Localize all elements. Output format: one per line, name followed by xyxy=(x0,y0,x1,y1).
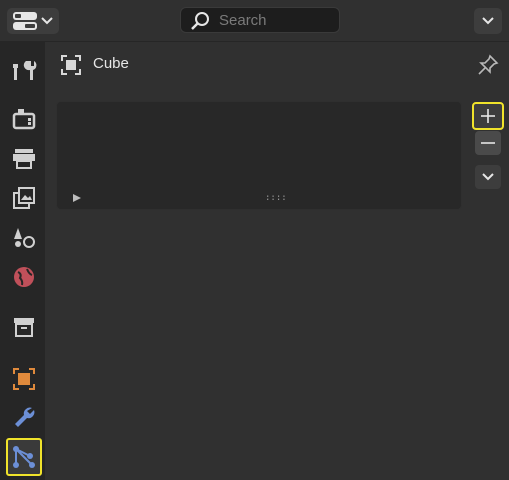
tab-collection[interactable] xyxy=(6,310,42,344)
tab-object[interactable] xyxy=(6,362,42,396)
tab-output[interactable] xyxy=(6,141,42,175)
options-dropdown[interactable] xyxy=(474,8,502,34)
properties-tab-bar xyxy=(0,42,45,480)
search-placeholder: Search xyxy=(219,12,267,29)
collection-icon xyxy=(14,318,34,337)
editor-type-dropdown[interactable] xyxy=(7,8,59,34)
tab-modifiers[interactable] xyxy=(6,400,42,434)
add-button[interactable] xyxy=(472,102,504,130)
properties-panel: Cube :::: xyxy=(45,42,509,480)
minus-icon xyxy=(481,142,495,144)
output-icon xyxy=(13,149,35,169)
object-data-icon xyxy=(13,446,35,468)
editor-type-icon xyxy=(13,12,37,30)
pin-button[interactable] xyxy=(477,54,499,80)
tab-world[interactable] xyxy=(6,260,42,294)
plus-icon xyxy=(481,109,495,123)
tab-scene[interactable] xyxy=(6,221,42,255)
resize-grip[interactable]: :::: xyxy=(265,193,287,203)
tab-object-data[interactable] xyxy=(6,438,42,476)
object-icon xyxy=(61,55,81,75)
tab-view-layer[interactable] xyxy=(6,181,42,215)
tab-tool[interactable] xyxy=(6,54,42,88)
header-bar: Search xyxy=(0,0,509,42)
render-icon xyxy=(12,109,36,130)
view-layer-icon xyxy=(13,187,35,209)
chevron-down-icon xyxy=(482,17,494,25)
search-icon xyxy=(191,12,209,30)
item-list[interactable]: :::: xyxy=(56,101,462,210)
expand-triangle-icon[interactable] xyxy=(73,194,81,202)
pin-icon xyxy=(478,54,499,75)
search-field[interactable]: Search xyxy=(180,7,340,33)
tool-icon xyxy=(13,61,37,80)
chevron-down-icon xyxy=(41,17,53,25)
tab-render[interactable] xyxy=(6,102,42,136)
wrench-icon xyxy=(15,407,35,427)
chevron-down-icon xyxy=(482,173,494,181)
remove-button[interactable] xyxy=(475,131,501,155)
world-icon xyxy=(14,267,34,287)
specials-menu-button[interactable] xyxy=(475,165,501,189)
object-icon xyxy=(13,368,35,390)
object-name: Cube xyxy=(93,55,129,72)
scene-icon xyxy=(14,228,35,248)
